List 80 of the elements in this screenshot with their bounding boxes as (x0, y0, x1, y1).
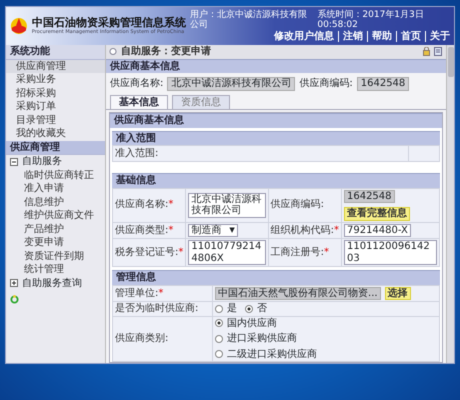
header-link[interactable]: 修改用户信息 (274, 30, 334, 42)
readonly-field: 1642548 (356, 77, 410, 91)
section-title-bar: 供应商基本信息 (106, 58, 446, 74)
collapse-icon[interactable] (10, 158, 18, 166)
readonly-field: 1642548 (344, 190, 395, 204)
tree-item[interactable]: 维护供应商文件 (6, 209, 105, 223)
input-field[interactable]: 110107792144806X (188, 240, 266, 266)
radio-button[interactable] (215, 319, 224, 328)
sidebar-header-label: 系统功能 (10, 46, 50, 58)
section-title-bar: 管理信息 (112, 270, 440, 285)
scrollbar[interactable] (446, 45, 454, 364)
required-mark: * (168, 224, 174, 236)
sidebar-header[interactable]: 供应商管理 (6, 140, 105, 156)
field-label: 供应商编码: (270, 199, 324, 210)
readonly-field: 北京中诚洁源科技有限公司 (167, 77, 296, 91)
header-link[interactable]: 帮助 (372, 30, 392, 42)
radio-label: 否 (257, 303, 268, 315)
input-field[interactable]: 北京中诚洁源科技有限公司 (188, 192, 266, 218)
radio-label: 是 (227, 303, 238, 315)
required-mark: * (168, 199, 174, 210)
tree-item[interactable]: 资质证件到期 (6, 250, 105, 264)
sidebar-item[interactable]: 招标采购 (6, 86, 105, 100)
lock-icon[interactable] (423, 47, 430, 56)
tree-item[interactable]: 临时供应商转正 (6, 168, 105, 182)
field-label: 供应商类别: (115, 333, 168, 344)
required-mark: * (334, 224, 339, 236)
breadcrumb-icon (109, 47, 117, 56)
tree-item[interactable]: 信息维护 (6, 196, 105, 210)
tab[interactable]: 基本信息 (110, 94, 168, 110)
system-time: 系统时间：2017年1月3日 00:58:02 (317, 10, 425, 30)
sidebar-item[interactable]: 我的收藏夹 (6, 127, 105, 141)
panel-title-bar: 供应商基本信息 (110, 113, 442, 128)
radio-label: 二级进口采购供应商 (227, 348, 318, 360)
print-icon[interactable] (434, 47, 442, 56)
sidebar-item[interactable]: 采购订单 (6, 100, 105, 114)
radio-label: 进口采购供应商 (227, 333, 298, 345)
refresh-icon[interactable] (10, 294, 19, 304)
header-link[interactable]: 关于 (430, 30, 450, 42)
radio-button[interactable] (215, 350, 224, 358)
app-title: 中国石油物资采购管理信息系统 (32, 16, 186, 29)
radio-button[interactable] (215, 304, 224, 313)
field-label: 供应商编码: (299, 78, 353, 90)
sidebar-header-label: 供应商管理 (10, 142, 60, 154)
header-link[interactable]: 首页 (401, 30, 421, 42)
radio-button[interactable] (215, 334, 224, 343)
readonly-field: 中国石油天然气股份有限公司物资... (215, 286, 381, 300)
user-info: 用户：北京中诚洁源科技有限公司 (190, 10, 307, 30)
field-label: 管理单位: (115, 288, 158, 299)
action-link[interactable]: 选择 (384, 286, 411, 300)
field-label: 工商注册号: (270, 246, 324, 258)
expand-icon[interactable] (10, 279, 18, 288)
field-label: 准入范围: (115, 148, 158, 159)
input-field[interactable]: 110112009614203 (344, 240, 437, 266)
radio-label: 国内供应商 (227, 318, 278, 330)
tree-item[interactable]: 准入申请 (6, 182, 105, 196)
tree-node[interactable]: 自助服务查询 (22, 278, 82, 290)
required-mark: * (178, 246, 184, 258)
required-mark: * (324, 246, 329, 258)
radio-button[interactable] (245, 304, 254, 313)
field-label: 税务登记证号: (115, 246, 178, 258)
section-title-bar: 准入范围 (112, 130, 440, 146)
tree-item[interactable]: 变更申请 (6, 236, 105, 250)
field-label: 是否为临时供应商: (115, 303, 198, 314)
header-link[interactable]: 注销 (343, 30, 363, 42)
field-label: 组织机构代码: (270, 224, 334, 236)
action-link[interactable]: 查看完整信息 (344, 207, 410, 221)
sidebar-header[interactable]: 系统功能 (6, 45, 105, 60)
input-field[interactable]: 79214480-X (344, 224, 411, 238)
tree-item[interactable]: 产品维护 (6, 222, 105, 236)
field-label: 供应商名称: (115, 199, 168, 210)
field-label: 供应商类型: (115, 224, 168, 236)
breadcrumb: 自助服务：变更申请 (120, 45, 212, 59)
field-label: 供应商名称: (110, 78, 164, 90)
sidebar-item[interactable]: 目录管理 (6, 114, 105, 128)
required-mark: * (158, 288, 164, 299)
section-title-bar: 基础信息 (112, 173, 440, 188)
sidebar-item[interactable]: 供应商管理 (6, 60, 105, 74)
tree-item[interactable]: 统计管理 (6, 263, 105, 277)
sidebar-item[interactable]: 采购业务 (6, 73, 105, 87)
tree-node[interactable]: 自助服务 (22, 156, 62, 168)
